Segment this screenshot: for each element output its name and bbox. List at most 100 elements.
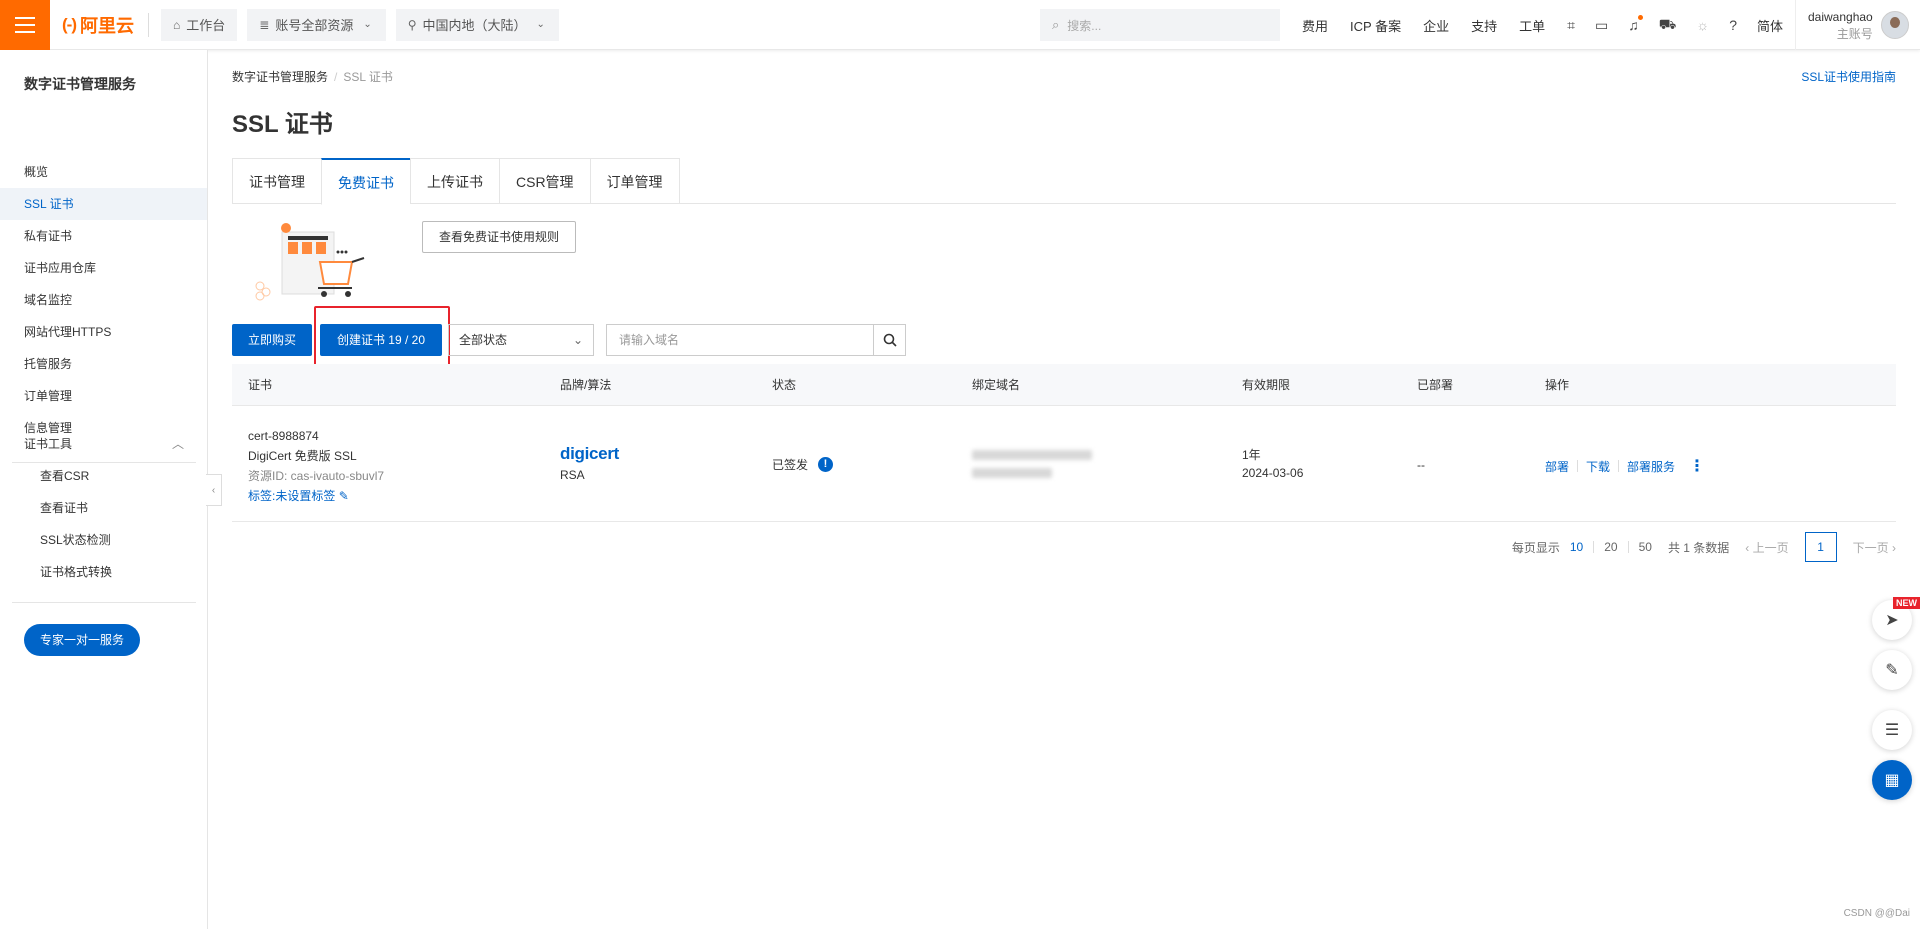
status-cell: 已签发 !	[772, 456, 834, 473]
page-size-10[interactable]: 10	[1570, 540, 1583, 554]
chevron-down-icon: ⌄	[572, 333, 583, 347]
new-badge: NEW	[1893, 597, 1920, 609]
deploy-link[interactable]: 部署	[1545, 458, 1569, 475]
deployed-value: --	[1417, 458, 1425, 472]
home-icon: ⌂	[172, 17, 181, 32]
sidebar-item-orders[interactable]: 订单管理	[0, 380, 207, 412]
col-deployed: 已部署	[1417, 378, 1454, 392]
logo-divider	[147, 12, 149, 37]
link-icp[interactable]: ICP 备案	[1350, 16, 1401, 35]
link-enterprise[interactable]: 企业	[1423, 16, 1449, 35]
chat-float-button[interactable]: ☰	[1872, 710, 1912, 750]
domain-search-input[interactable]	[606, 324, 874, 356]
more-actions-icon[interactable]: ⋮	[1689, 456, 1705, 476]
info-icon[interactable]: !	[818, 457, 834, 472]
tab-csr-management[interactable]: CSR管理	[499, 158, 590, 204]
region-dropdown[interactable]: ⚲ 中国内地（大陆） ⌄	[395, 8, 559, 41]
sidebar-item-hosting[interactable]: 托管服务	[0, 348, 207, 380]
resources-label: 账号全部资源	[275, 18, 354, 33]
algorithm: RSA	[560, 468, 585, 482]
workbench-label: 工作台	[186, 18, 226, 33]
sidebar-item-proxy-https[interactable]: 网站代理HTTPS	[0, 316, 207, 348]
ssl-guide-link[interactable]: SSL证书使用指南	[1801, 68, 1896, 85]
tab-free-cert[interactable]: 免费证书	[321, 158, 410, 205]
avatar[interactable]	[1880, 11, 1909, 39]
tab-upload-cert[interactable]: 上传证书	[410, 158, 499, 204]
cert-tag-link[interactable]: 标签:未设置标签 ✎	[248, 486, 384, 506]
help-icon[interactable]: ?	[1729, 17, 1737, 33]
workbench-button[interactable]: ⌂ 工作台	[160, 8, 238, 41]
search-icon: ⌕	[1052, 17, 1060, 32]
status-text: 已签发	[772, 458, 809, 472]
cert-tabs: 证书管理 免费证书 上传证书 CSR管理 订单管理	[232, 158, 1896, 205]
validity-cell: 1年 2024-03-06	[1242, 446, 1303, 482]
brand-info: digicert RSA	[560, 444, 619, 482]
lightbulb-icon[interactable]: ☼	[1696, 17, 1709, 33]
edit-float-button[interactable]: ✎	[1872, 650, 1912, 690]
link-billing[interactable]: 费用	[1302, 16, 1328, 35]
chat-icon: ☰	[1884, 722, 1900, 739]
breadcrumb-root[interactable]: 数字证书管理服务	[232, 70, 328, 84]
sidebar-item-cert-repo[interactable]: 证书应用仓库	[0, 252, 207, 284]
deploy-service-link[interactable]: 部署服务	[1627, 458, 1675, 475]
sidebar-item-ssl-check[interactable]: SSL状态检测	[0, 524, 207, 556]
username: daiwanghao	[1808, 9, 1873, 24]
cert-type: DigiCert 免费版 SSL	[248, 449, 357, 463]
sidebar-item-private-cert[interactable]: 私有证书	[0, 220, 207, 252]
hamburger-menu-icon[interactable]	[0, 0, 50, 50]
row-actions: 部署 下载 部署服务 ⋮	[1545, 456, 1705, 476]
sidebar-title: 数字证书管理服务	[24, 76, 136, 92]
sidebar-divider	[12, 602, 196, 603]
apps-float-button[interactable]: ▦	[1872, 760, 1912, 800]
code-icon[interactable]: ⌗	[1567, 17, 1575, 34]
resources-dropdown[interactable]: ≣ 账号全部资源 ⌄	[247, 8, 386, 41]
paper-plane-icon: ➤	[1885, 612, 1899, 629]
col-cert: 证书	[248, 378, 273, 392]
bell-icon[interactable]: ♫	[1628, 15, 1643, 33]
tab-cert-management[interactable]: 证书管理	[232, 158, 321, 204]
chevron-down-icon: ⌄	[363, 19, 372, 30]
next-page-button[interactable]: 下一页 ›	[1853, 539, 1896, 556]
page-title: SSL 证书	[232, 111, 333, 138]
col-domain: 绑定域名	[972, 378, 1021, 392]
global-search-placeholder: 搜索...	[1067, 18, 1102, 33]
link-ticket[interactable]: 工单	[1519, 16, 1545, 35]
buy-now-button[interactable]: 立即购买	[232, 324, 312, 356]
aliyun-logo[interactable]: (-) 阿里云	[50, 0, 148, 50]
sidebar-collapse-handle[interactable]: ‹	[206, 474, 222, 506]
total-count: 共 1 条数据	[1667, 540, 1730, 555]
prev-page-button[interactable]: ‹ 上一页	[1745, 539, 1788, 556]
user-menu[interactable]: daiwanghao 主账号	[1795, 0, 1920, 50]
sidebar-item-view-csr[interactable]: 查看CSR	[0, 460, 207, 492]
sidebar-group-tools[interactable]: 证书工具 ︿	[24, 435, 184, 452]
sidebar-item-ssl-cert[interactable]: SSL 证书	[0, 188, 207, 220]
language-switch[interactable]: 简体	[1757, 16, 1783, 35]
table-row: cert-8988874 DigiCert 免费版 SSL 资源ID: cas-…	[232, 406, 1896, 522]
sidebar-item-domain-monitor[interactable]: 域名监控	[0, 284, 207, 316]
tab-order-management[interactable]: 订单管理	[589, 158, 680, 204]
free-cert-rules-button[interactable]: 查看免费证书使用规则	[422, 221, 576, 253]
search-icon	[883, 333, 897, 347]
pencil-icon: ✎	[1885, 662, 1899, 679]
logo-mark: (-)	[62, 14, 77, 34]
search-button[interactable]	[874, 324, 906, 356]
page-size-50[interactable]: 50	[1639, 540, 1652, 554]
link-support[interactable]: 支持	[1471, 16, 1497, 35]
prev-page-label: 上一页	[1752, 540, 1789, 555]
sidebar-item-format-convert[interactable]: 证书格式转换	[0, 556, 207, 588]
global-search-input[interactable]: ⌕ 搜索...	[1040, 9, 1280, 41]
download-link[interactable]: 下载	[1586, 458, 1610, 475]
location-pin-icon: ⚲	[407, 17, 417, 32]
sidebar-item-view-cert[interactable]: 查看证书	[0, 492, 207, 524]
terminal-icon[interactable]: ▭	[1595, 17, 1608, 34]
page-number-1[interactable]: 1	[1804, 532, 1837, 562]
expert-service-button[interactable]: 专家一对一服务	[24, 624, 140, 656]
top-links: 费用 ICP 备案 企业 支持 工单 ⌗ ▭ ♫ ⛟ ☼ ? 简体	[1302, 0, 1805, 50]
region-label: 中国内地（大陆）	[422, 18, 527, 33]
sidebar-item-overview[interactable]: 概览	[0, 156, 207, 188]
page-size-20[interactable]: 20	[1604, 540, 1617, 554]
sidebar-group-title: 证书工具	[24, 437, 73, 451]
cart-icon[interactable]: ⛟	[1659, 16, 1677, 35]
status-select[interactable]: 全部状态 ⌄	[448, 324, 594, 356]
cert-info: cert-8988874 DigiCert 免费版 SSL 资源ID: cas-…	[248, 426, 384, 506]
